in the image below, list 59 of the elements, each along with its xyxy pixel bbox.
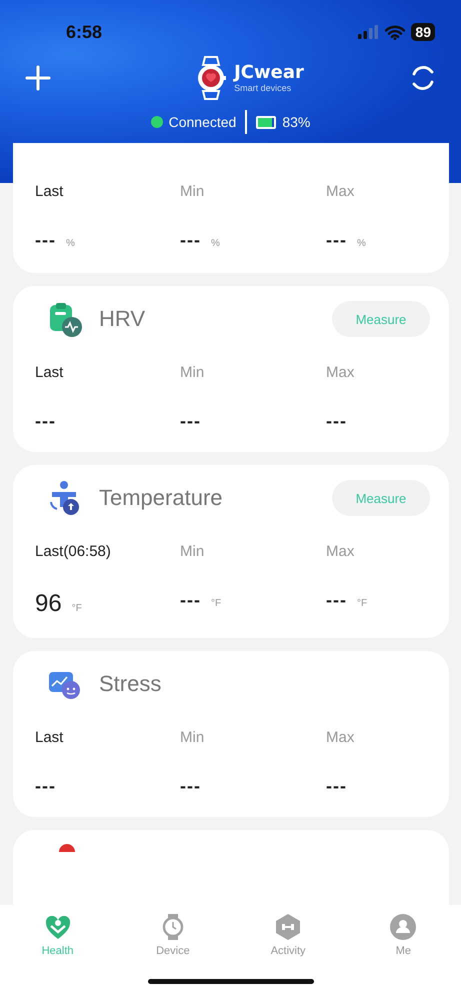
tab-label: Device (156, 945, 190, 957)
stat-value: --- (326, 411, 347, 432)
stat-value: --- (180, 776, 201, 797)
tab-item[interactable]: Activity (230, 913, 346, 957)
tab-label: Me (396, 945, 412, 957)
card-icon (59, 844, 75, 852)
signal-icon (357, 25, 380, 39)
stat-label: Min (180, 729, 206, 746)
stat-label: Max (326, 183, 356, 200)
heart-figure-icon (44, 913, 72, 941)
tab-item[interactable]: Health (0, 913, 116, 957)
stat-value: --- (35, 776, 56, 797)
stat-unit: % (66, 238, 75, 249)
stat-value: --- (326, 230, 347, 251)
person-icon (389, 913, 418, 941)
stat-label: Max (326, 543, 356, 560)
stat-unit: °F (210, 598, 222, 609)
tab-item[interactable]: Me (346, 913, 461, 957)
measure-button[interactable]: Measure (332, 480, 430, 516)
battery-percentage: 83% (282, 114, 310, 130)
watch-logo-icon (196, 55, 226, 101)
hexagon-icon (274, 913, 302, 941)
tab-label: Health (42, 945, 74, 957)
stat-label: Max (326, 364, 356, 381)
stat-value: --- (180, 230, 201, 251)
card-title: HRV (99, 306, 146, 332)
brand-subtitle: Smart devices (234, 83, 292, 93)
measure-button[interactable]: Measure (332, 301, 430, 337)
stat-label: Last (35, 729, 64, 746)
add-icon[interactable] (25, 65, 51, 91)
brand-name: JCwear (234, 63, 304, 83)
wifi-icon (385, 24, 406, 40)
card-title: Stress (99, 671, 162, 697)
stat-label: Last (35, 364, 64, 381)
connection-status: Connected (168, 114, 236, 130)
stat-label: Min (180, 364, 206, 381)
stat-value: --- (180, 590, 201, 611)
tab-item[interactable]: Device (115, 913, 230, 957)
stat-value: --- (35, 230, 56, 251)
card-title: Temperature (99, 485, 224, 511)
status-time: 6:58 (66, 22, 102, 42)
battery-indicator: 89 (411, 23, 435, 41)
stat-label: Last (35, 183, 64, 200)
stat-value: --- (35, 411, 56, 432)
stat-unit: °F (72, 603, 82, 614)
battery-icon (256, 116, 276, 128)
stat-value: --- (326, 776, 347, 797)
stat-label: Max (326, 729, 356, 746)
stat-unit: °F (356, 598, 368, 609)
stat-label: Min (180, 183, 206, 200)
stat-unit: % (210, 238, 220, 249)
stat-value: --- (180, 411, 201, 432)
stat-unit: % (356, 238, 366, 249)
stat-value: --- (326, 590, 347, 611)
stat-label: Min (180, 543, 206, 560)
stat-label: Last(06:58) (35, 543, 112, 560)
hrv-icon (47, 301, 83, 337)
tab-label: Activity (270, 945, 306, 957)
stat-value: 96 (35, 590, 62, 618)
